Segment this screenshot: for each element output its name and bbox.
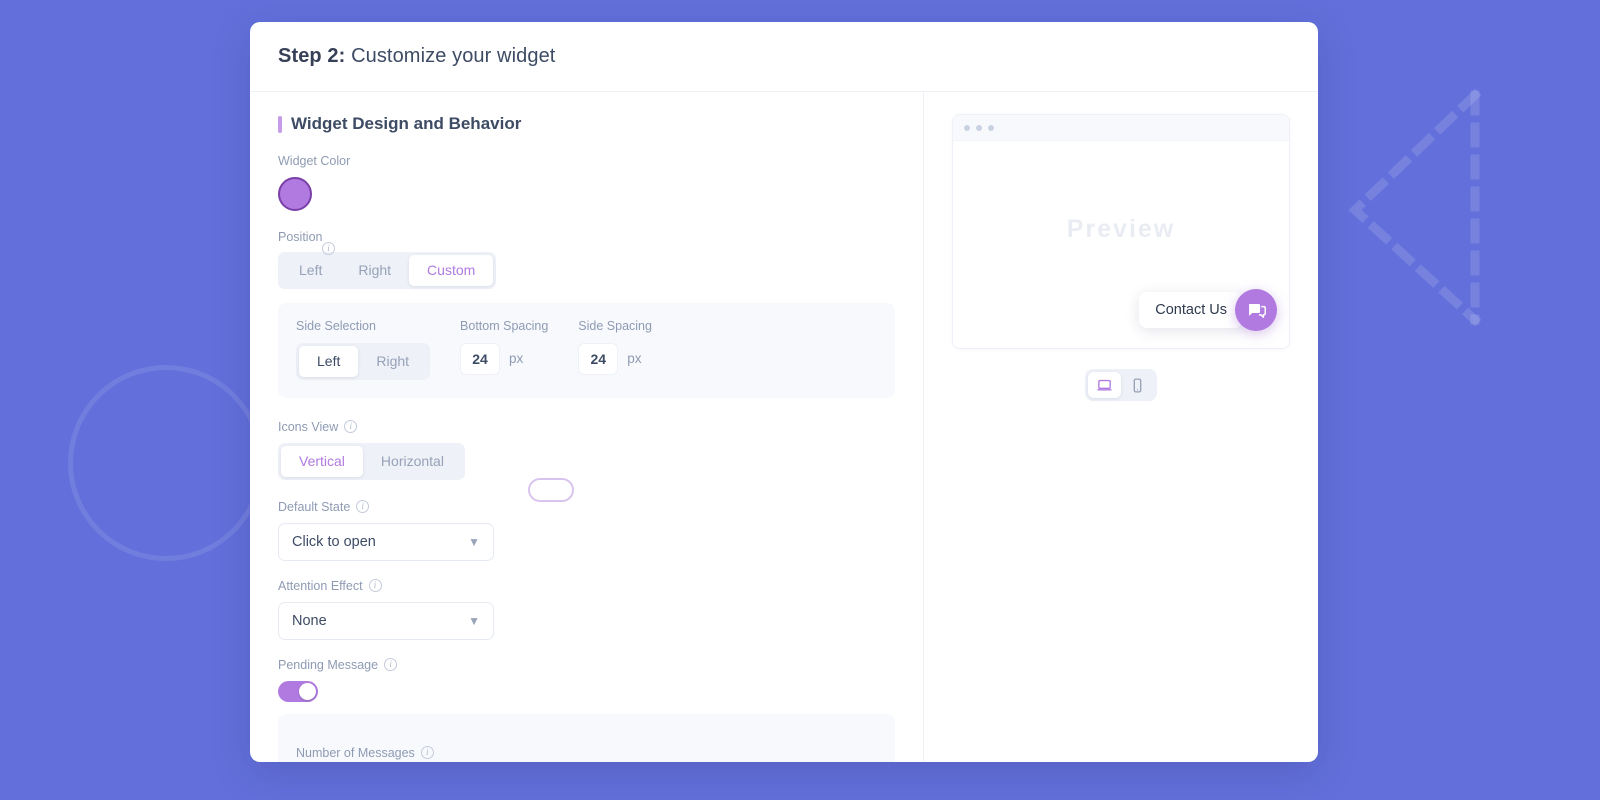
info-icon[interactable]: i <box>384 658 398 672</box>
page-title-text: Customize your widget <box>351 45 556 67</box>
position-label: Position i <box>278 227 335 255</box>
preview-panel: Preview Contact Us <box>924 92 1318 762</box>
step-prefix: Step 2: <box>278 45 346 67</box>
device-toggle-desktop[interactable] <box>1088 372 1121 398</box>
widget-color-label-text: Widget Color <box>278 154 351 168</box>
customize-widget-card: Step 2: Customize your widget Widget Des… <box>250 22 1318 762</box>
background-circle-decoration <box>68 365 264 561</box>
position-option-right[interactable]: Right <box>340 255 409 286</box>
side-selection-group: Side Selection Left Right <box>296 318 431 380</box>
browser-title-bar <box>953 115 1289 141</box>
preview-watermark: Preview <box>1066 215 1176 243</box>
default-state-label-text: Default State <box>278 499 351 514</box>
attention-effect-dropdown[interactable]: None ▼ <box>278 601 494 640</box>
chat-bubble-icon <box>1248 303 1266 318</box>
side-spacing-input[interactable]: 24 <box>578 342 619 375</box>
widget-color-swatch[interactable] <box>278 177 312 211</box>
side-selection-label: Side Selection <box>296 318 376 333</box>
section-title-label: Widget Design and Behavior <box>291 114 522 133</box>
icons-view-label: Icons View i <box>278 420 895 434</box>
chat-launcher-button[interactable] <box>1235 289 1277 331</box>
background-triangle-decoration <box>1348 88 1482 327</box>
page-title: Step 2: Customize your widget <box>278 45 555 68</box>
custom-position-panel-wrapper: Side Selection Left Right Bottom Spacing… <box>278 302 895 398</box>
settings-panel: Widget Design and Behavior Widget Color … <box>250 92 924 762</box>
card-body: Widget Design and Behavior Widget Color … <box>250 92 1318 762</box>
card-header: Step 2: Customize your widget <box>250 22 1318 92</box>
custom-position-panel: Side Selection Left Right Bottom Spacing… <box>278 302 895 398</box>
browser-dot-icon <box>976 124 982 131</box>
number-of-messages-label: Number of Messages i <box>296 746 434 760</box>
chevron-down-icon: ▼ <box>468 534 480 549</box>
side-spacing-row: 24 px <box>578 342 652 375</box>
preview-widget-launcher-row: Contact Us <box>1139 289 1277 331</box>
pending-message-label-text: Pending Message <box>278 657 379 672</box>
phone-icon <box>1133 377 1142 393</box>
number-of-messages-label-text: Number of Messages <box>296 745 415 760</box>
position-label-text: Position <box>278 230 323 244</box>
widget-color-label: Widget Color <box>278 154 895 168</box>
pending-message-label: Pending Message i <box>278 658 895 672</box>
position-segmented-control[interactable]: Left Right Custom <box>278 251 497 289</box>
attention-effect-label-text: Attention Effect <box>278 578 363 593</box>
pending-message-toggle[interactable] <box>278 680 318 702</box>
info-icon[interactable]: i <box>356 500 370 514</box>
side-option-right[interactable]: Right <box>358 346 427 377</box>
laptop-icon <box>1097 379 1112 391</box>
default-state-label: Default State i <box>278 500 895 514</box>
pending-message-options-panel: Number of Messages i <box>278 713 895 762</box>
icons-view-option-horizontal[interactable]: Horizontal <box>363 446 462 477</box>
section-accent-bar <box>278 115 282 133</box>
bottom-spacing-group: Bottom Spacing 24 px <box>460 319 548 375</box>
info-icon[interactable]: i <box>420 746 434 760</box>
icons-view-label-text: Icons View <box>278 419 339 434</box>
info-icon[interactable]: i <box>322 242 335 255</box>
device-toggle-mobile[interactable] <box>1121 372 1154 398</box>
side-spacing-label: Side Spacing <box>578 318 652 333</box>
attention-effect-label: Attention Effect i <box>278 579 895 593</box>
side-selection-segmented-control[interactable]: Left Right <box>296 342 431 380</box>
attention-effect-value: None <box>292 612 327 629</box>
info-icon[interactable]: i <box>368 579 382 593</box>
section-header: Widget Design and Behavior <box>278 114 895 134</box>
toggle-knob <box>299 682 316 700</box>
browser-dot-icon <box>964 124 970 131</box>
side-spacing-unit: px <box>627 351 642 367</box>
bottom-spacing-unit: px <box>509 351 524 367</box>
side-option-left[interactable]: Left <box>299 345 359 377</box>
bottom-spacing-input[interactable]: 24 <box>460 342 501 375</box>
bottom-spacing-label: Bottom Spacing <box>460 318 549 333</box>
chevron-down-icon: ▼ <box>468 613 480 628</box>
position-option-custom[interactable]: Custom <box>409 254 494 286</box>
position-option-left[interactable]: Left <box>281 255 340 286</box>
default-state-dropdown[interactable]: Click to open ▼ <box>278 522 494 561</box>
device-preview-toggle[interactable] <box>1085 369 1157 401</box>
obscured-toggle-outline <box>528 478 574 502</box>
bottom-spacing-row: 24 px <box>460 342 548 375</box>
contact-us-bubble[interactable]: Contact Us <box>1139 292 1243 328</box>
info-icon[interactable]: i <box>344 420 358 434</box>
icons-view-segmented-control[interactable]: Vertical Horizontal <box>278 442 465 480</box>
preview-browser-frame: Preview Contact Us <box>952 114 1290 349</box>
browser-dot-icon <box>988 124 994 131</box>
default-state-value: Click to open <box>292 533 376 550</box>
side-spacing-group: Side Spacing 24 px <box>578 319 652 375</box>
icons-view-option-vertical[interactable]: Vertical <box>281 445 363 477</box>
